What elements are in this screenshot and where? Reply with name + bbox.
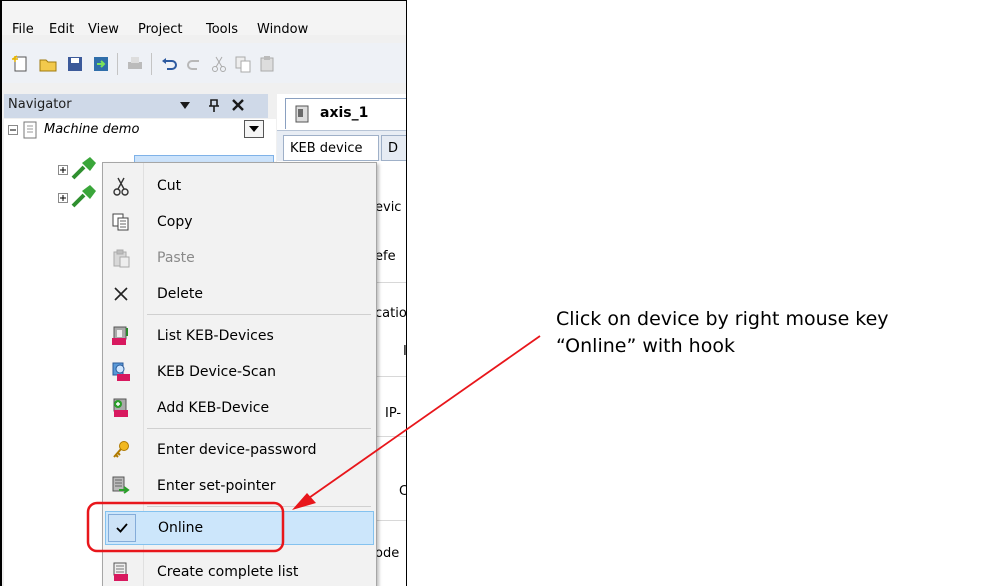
menu-view[interactable]: View (88, 22, 119, 37)
field-label-fragment: IP- (385, 406, 402, 421)
pin-icon[interactable] (208, 98, 220, 112)
annotation-line-1: Click on device by right mouse key (556, 308, 889, 330)
menu-item-label: Add KEB-Device (157, 400, 270, 416)
expand-toggle-icon[interactable] (58, 165, 68, 175)
keb-add-icon (113, 398, 128, 417)
menu-item-create-complete-list[interactable]: Create complete list (105, 555, 374, 586)
set-pointer-icon (112, 476, 130, 494)
navigator-title: Navigator (8, 97, 72, 112)
device-plug-icon[interactable] (70, 155, 98, 181)
field-label-fragment: efe (375, 249, 396, 264)
toolbar (2, 43, 406, 83)
menu-project[interactable]: Project (138, 22, 182, 37)
dropdown-arrow-icon[interactable] (180, 102, 190, 110)
device-doc-icon (295, 105, 309, 123)
menu-window[interactable]: Window (257, 22, 308, 37)
menu-item-online[interactable]: Online (105, 511, 374, 545)
menu-item-label: Create complete list (157, 564, 299, 580)
menu-item-label: Online (158, 520, 204, 536)
check-box (108, 514, 136, 542)
field-label-fragment: evic (375, 200, 402, 215)
menu-item-enter-device-password[interactable]: Enter device-password (105, 433, 374, 467)
menu-item-label: Enter device-password (157, 442, 317, 458)
paste-icon (113, 249, 130, 268)
document-tab-label: axis_1 (320, 105, 369, 121)
menu-item-add-keb-device[interactable]: Add KEB-Device (105, 391, 374, 425)
menu-bar: File Edit View Project Tools Window (2, 1, 406, 37)
print-icon[interactable] (126, 55, 144, 73)
sub-tab-bar: KEB device D (277, 130, 406, 161)
key-icon (113, 441, 129, 458)
menu-item-label: List KEB-Devices (157, 328, 274, 344)
menu-separator (147, 428, 371, 429)
menu-file[interactable]: File (12, 22, 34, 37)
save-export-icon[interactable] (92, 55, 110, 73)
save-icon[interactable] (66, 55, 84, 73)
keb-scan-icon (112, 362, 130, 381)
tree-dropdown-button[interactable] (244, 120, 264, 138)
menu-item-label: Enter set-pointer (157, 478, 276, 494)
tab-next[interactable]: D (381, 135, 406, 161)
project-icon (23, 121, 37, 139)
menu-item-copy[interactable]: Copy (105, 205, 374, 239)
document-tab[interactable]: axis_1 (285, 98, 406, 129)
device-plug-icon[interactable] (70, 183, 98, 209)
undo-icon[interactable] (160, 55, 178, 73)
menu-edit[interactable]: Edit (49, 22, 74, 37)
menu-item-label: Delete (157, 286, 203, 302)
menu-item-label: Paste (157, 250, 195, 266)
delete-x-icon (114, 287, 128, 301)
close-icon[interactable] (232, 99, 244, 111)
menu-tools[interactable]: Tools (206, 22, 238, 37)
toolbar-separator (117, 53, 118, 75)
toolbar-separator (151, 53, 152, 75)
menu-item-keb-device-scan[interactable]: KEB Device-Scan (105, 355, 374, 389)
copy-icon (112, 213, 129, 231)
cut-icon[interactable] (210, 55, 228, 73)
chevron-down-icon (249, 126, 259, 132)
menu-item-paste[interactable]: Paste (105, 241, 374, 275)
scissors-icon (113, 177, 129, 196)
field-label-fragment: C (399, 484, 406, 499)
menu-item-delete[interactable]: Delete (105, 277, 374, 311)
menu-item-list-keb-devices[interactable]: List KEB-Devices (105, 319, 374, 353)
field-label-fragment: ode (375, 546, 400, 561)
menu-item-enter-set-pointer[interactable]: Enter set-pointer (105, 469, 374, 503)
collapse-toggle-icon[interactable] (8, 125, 18, 135)
copy-tool-icon[interactable] (234, 55, 252, 73)
menu-separator (147, 506, 371, 507)
field-label-fragment: I (403, 344, 407, 359)
keb-list-icon (112, 326, 128, 345)
open-folder-icon[interactable] (39, 55, 57, 73)
redo-icon[interactable] (186, 55, 204, 73)
annotation-line-2: “Online” with hook (556, 335, 735, 357)
tab-keb-device[interactable]: KEB device (283, 135, 379, 161)
navigator-header: Navigator (4, 94, 268, 118)
new-project-icon[interactable] (12, 55, 30, 73)
tree-root-label[interactable]: Machine demo (44, 122, 139, 137)
menu-item-cut[interactable]: Cut (105, 169, 374, 203)
expand-toggle-icon[interactable] (58, 193, 68, 203)
paste-tool-icon[interactable] (258, 55, 276, 73)
field-label-fragment: catio (375, 306, 407, 321)
annotation-text: Click on device by right mouse key “Onli… (556, 306, 889, 360)
keb-complete-list-icon (113, 562, 128, 581)
menu-item-label: Cut (157, 178, 182, 194)
application-window: File Edit View Project Tools Window Navi… (0, 0, 407, 586)
menu-separator (147, 314, 371, 315)
menu-item-label: KEB Device-Scan (157, 364, 277, 380)
context-menu: Cut Copy Paste Delete List KEB-Devices K… (102, 162, 377, 586)
menu-item-label: Copy (157, 214, 193, 230)
checkmark-icon (116, 523, 128, 533)
